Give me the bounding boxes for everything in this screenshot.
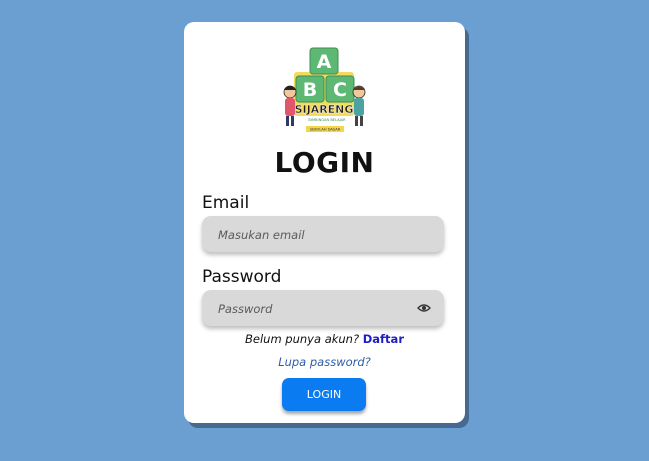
eye-icon[interactable] <box>417 302 431 314</box>
login-card: A B C SIJARENG BIMBINGAN BELAJAR SEKOLAH… <box>184 22 465 423</box>
signup-link[interactable]: Daftar <box>363 332 404 346</box>
signup-row: Belum punya akun? Daftar <box>184 332 465 346</box>
page-title: LOGIN <box>274 146 375 179</box>
sijareng-logo: A B C SIJARENG BIMBINGAN BELAJAR SEKOLAH… <box>283 47 366 132</box>
password-input[interactable] <box>216 290 420 328</box>
logo-brand: SIJARENG <box>295 103 354 116</box>
forgot-password-link[interactable]: Lupa password? <box>184 355 465 369</box>
logo-block-b: B <box>303 79 317 101</box>
logo-tagline: BIMBINGAN BELAJAR <box>308 118 346 122</box>
signup-prompt: Belum punya akun? <box>245 332 360 346</box>
password-field-container <box>202 290 444 328</box>
email-label: Email <box>202 193 250 213</box>
password-label: Password <box>202 267 282 287</box>
logo-block-c: C <box>333 79 347 101</box>
email-field-container <box>202 216 444 254</box>
logo-block-a: A <box>317 51 332 73</box>
login-button[interactable]: LOGIN <box>282 378 366 411</box>
logo-subtitle: SEKOLAH DASAR <box>310 128 341 132</box>
email-input[interactable] <box>216 216 420 254</box>
